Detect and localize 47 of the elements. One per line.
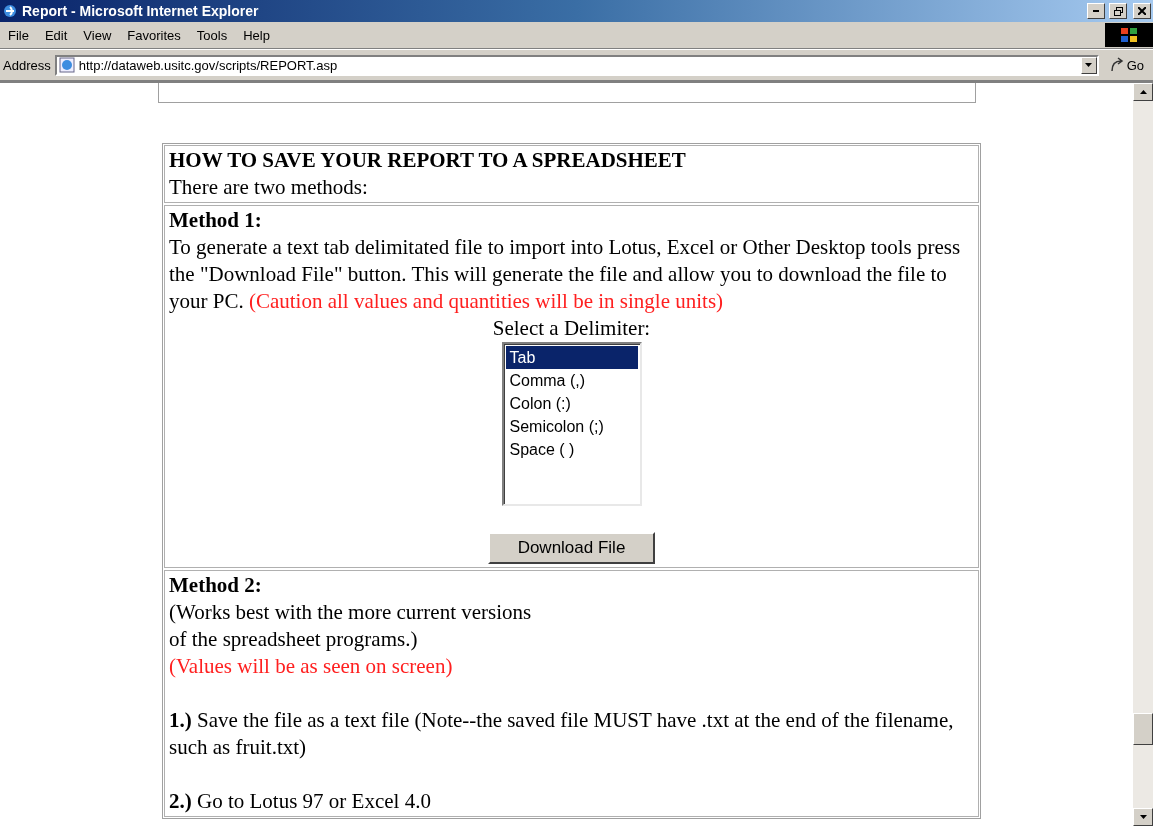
scroll-down-button[interactable]	[1133, 808, 1153, 826]
step-text: 2.) Go to Lotus 97 or Excel 4.0	[169, 788, 432, 815]
address-field[interactable]: http://dataweb.usitc.gov/scripts/REPORT.asp	[54, 54, 1099, 76]
menu-item[interactable]: Favorites	[119, 25, 189, 45]
delimiter-option[interactable]: Semicolon (;)	[505, 415, 638, 438]
url-text: http://dataweb.usitc.gov/scripts/REPORT.asp	[78, 57, 339, 73]
delimiter-listbox[interactable]: Tab Comma (,) Colon (:) Semicolon (;) Space ( )	[501, 342, 642, 506]
delimiter-label: Select a Delimiter:	[492, 315, 651, 342]
section-heading: HOW TO SAVE YOUR REPORT TO A SPREADSHEET	[169, 147, 687, 174]
delimiter-option[interactable]: Comma (,)	[505, 369, 638, 392]
scroll-up-button[interactable]	[1133, 83, 1153, 101]
close-icon	[1138, 7, 1146, 15]
arrow-icon	[1108, 57, 1125, 73]
delimiter-option[interactable]: Tab	[505, 346, 638, 369]
menu-item[interactable]: Tools	[188, 25, 236, 45]
note-text: (Works best with the more current versions	[169, 599, 533, 626]
minimize-button[interactable]	[1087, 3, 1105, 19]
down-arrow-icon	[1139, 815, 1147, 819]
intro-text: There are two methods:	[169, 174, 369, 201]
warning-text: (Values will be as seen on screen)	[169, 653, 454, 680]
method-title: Method 1:	[169, 207, 263, 234]
window-title: Report - Microsoft Internet Explorer	[22, 3, 259, 19]
menu-item[interactable]: View	[75, 25, 120, 45]
scroll-thumb[interactable]	[1133, 712, 1153, 745]
restore-button[interactable]	[1109, 3, 1127, 19]
browser-icon	[2, 3, 18, 19]
delimiter-option[interactable]: Space ( )	[505, 438, 638, 461]
up-arrow-icon	[1139, 90, 1147, 94]
method-text: To generate a text tab delimitated file to import into Lotus, Excel or Other Desktop tools press the "Download File" button. This will generate the file and allow you to download the file to your PC. (Caution all values and quantities will be in single units)	[169, 234, 962, 315]
menu-item[interactable]: Edit	[36, 25, 76, 45]
method-title: Method 2:	[169, 572, 263, 599]
page-icon	[58, 57, 75, 73]
dropdown-button[interactable]	[1080, 56, 1097, 74]
minimize-icon	[1093, 10, 1099, 12]
caret-icon	[1085, 63, 1093, 67]
download-button[interactable]: Download File	[487, 532, 656, 564]
go-button[interactable]: Go	[1102, 57, 1150, 73]
note-text: of the spreadsheet programs.)	[169, 626, 419, 653]
menu-item[interactable]: Help	[235, 25, 278, 45]
delimiter-option[interactable]: Colon (:)	[505, 392, 638, 415]
step-text: 1.) Save the file as a text file (Note--the saved file MUST have .txt at the end of the filename, such as fruit.txt)	[169, 707, 955, 761]
close-button[interactable]	[1133, 3, 1151, 19]
address-label: Address	[3, 57, 51, 73]
restore-icon	[1113, 6, 1123, 16]
menu-item[interactable]: File	[0, 25, 37, 45]
windows-logo-icon	[1105, 23, 1153, 47]
scrollbar[interactable]	[1133, 83, 1153, 826]
